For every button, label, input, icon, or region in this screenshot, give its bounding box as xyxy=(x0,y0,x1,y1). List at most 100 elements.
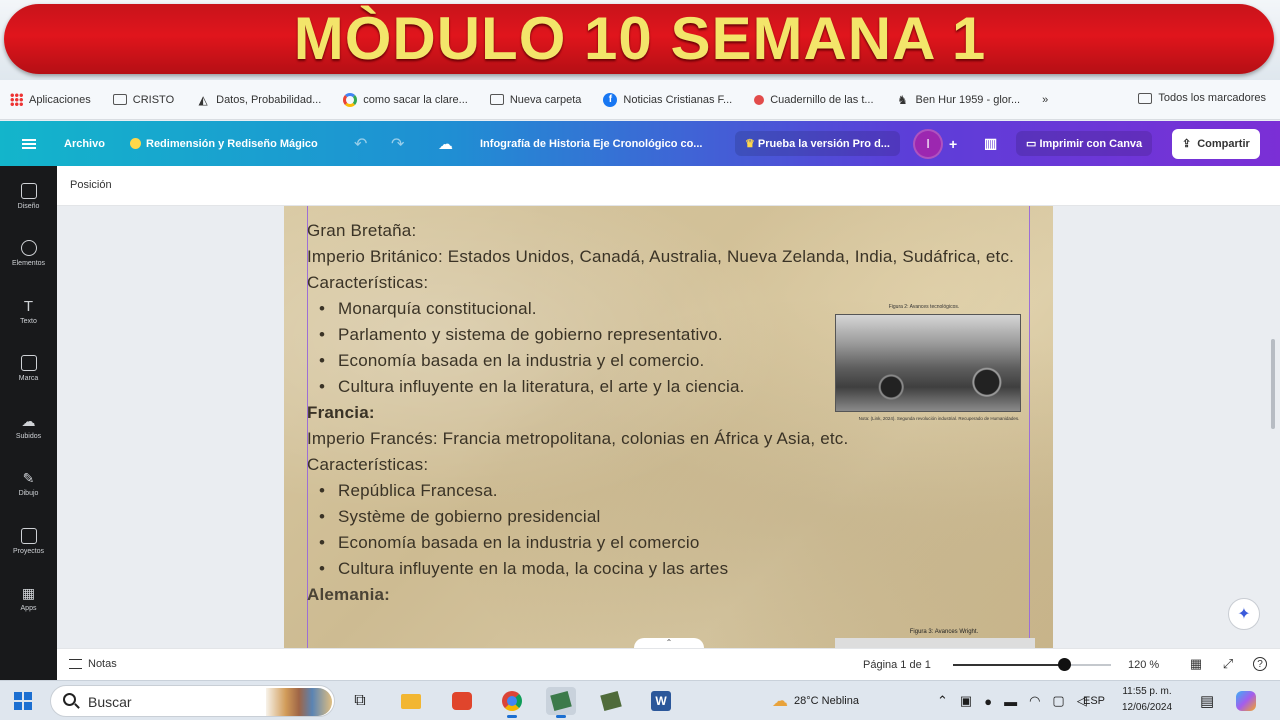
list-item: Système de gobierno presidencial xyxy=(319,504,1032,530)
office-app-icon[interactable] xyxy=(447,687,477,715)
design-page[interactable]: Gran Bretaña: Imperio Británico: Estados… xyxy=(284,206,1053,648)
cloud-icon: ☁ xyxy=(438,135,453,153)
page-indicator[interactable]: Página 1 de 1 xyxy=(863,659,931,671)
figure-credit: Nota: (Link, 2024). Segunda revolución i… xyxy=(858,416,1020,421)
grid-view-icon[interactable]: ▦ xyxy=(1189,657,1203,671)
app-tray-icon: ▣ xyxy=(959,693,973,708)
bookmark-google[interactable]: como sacar la clare... xyxy=(343,92,468,107)
share-icon: ⇪ xyxy=(1182,138,1192,150)
design-icon xyxy=(20,182,37,199)
windows-start-icon[interactable] xyxy=(14,692,32,710)
undo-button[interactable]: ↶ xyxy=(354,121,367,166)
user-avatar[interactable]: I xyxy=(913,121,943,166)
brand-icon xyxy=(20,354,37,371)
magic-icon xyxy=(130,138,141,149)
taskbar-search[interactable]: Buscar xyxy=(50,685,335,717)
sidebar-item-apps[interactable]: ▦ Apps xyxy=(0,573,57,623)
zoom-slider-fill xyxy=(953,664,1064,666)
projects-icon xyxy=(20,527,37,544)
sidebar-item-design[interactable]: Diseño xyxy=(0,171,57,221)
zoom-level[interactable]: 120 % xyxy=(1128,659,1159,671)
text-box[interactable]: Gran Bretaña: Imperio Británico: Estados… xyxy=(307,218,1032,608)
fullscreen-icon[interactable]: ⤢ xyxy=(1221,657,1235,671)
language-indicator[interactable]: ESP xyxy=(1083,681,1105,720)
bookmark-noticias[interactable]: f Noticias Cristianas F... xyxy=(603,92,732,107)
sidebar-item-projects[interactable]: Proyectos xyxy=(0,516,57,566)
chrome-icon[interactable] xyxy=(497,687,527,718)
historical-photo-2[interactable] xyxy=(835,638,1035,648)
search-highlight-image xyxy=(266,688,332,716)
banner-title: MÒDULO 10 SEMANA 1 xyxy=(293,5,987,72)
apps-icon: ▦ xyxy=(21,584,36,601)
system-tray-icons[interactable]: ⌃ ▣ ● ▬ ◠ ▢ ◁ xyxy=(937,681,1087,720)
chevron-up-icon: ⌃ xyxy=(937,693,948,708)
notifications-icon[interactable]: ▤ xyxy=(1200,681,1214,720)
clock[interactable]: 11:55 p. m. 12/06/2024 xyxy=(1114,684,1180,716)
task-view-icon[interactable]: ⧉ xyxy=(345,687,375,715)
sidebar-item-brand[interactable]: Marca xyxy=(0,343,57,393)
all-bookmarks-button[interactable]: Todos los marcadores xyxy=(1138,92,1266,104)
crown-icon: ♛ xyxy=(745,138,758,150)
cloud-save-button[interactable]: ☁ xyxy=(438,121,453,166)
weather-widget[interactable]: ☁ 28°C Neblina xyxy=(772,681,859,720)
bookmark-cuadernillo[interactable]: Cuadernillo de las t... xyxy=(754,94,874,106)
print-icon: ▭ xyxy=(1026,138,1040,150)
redo-button[interactable]: ↷ xyxy=(391,121,404,166)
uploads-icon: ☁ xyxy=(21,412,36,429)
app-icon-2[interactable] xyxy=(596,687,626,715)
bookmark-ben-hur[interactable]: ♞ Ben Hur 1959 - glor... xyxy=(896,93,1020,107)
help-icon[interactable]: ? xyxy=(1253,657,1267,671)
add-collaborator-button[interactable]: + xyxy=(949,121,957,166)
bookmarks-overflow-button[interactable]: » xyxy=(1042,94,1048,106)
editor-topbar: Archivo Redimensión y Rediseño Mágico ↶ … xyxy=(0,121,1280,166)
position-button[interactable]: Posición xyxy=(70,179,112,191)
share-button[interactable]: ⇪ Compartir xyxy=(1172,121,1260,166)
canvas-area: Gran Bretaña: Imperio Británico: Estados… xyxy=(57,206,1280,648)
label-caracteristicas: Características: xyxy=(307,455,429,474)
pro-trial-button[interactable]: ♛ Prueba la versión Pro d... xyxy=(735,121,900,166)
sidebar-item-text[interactable]: T Texto xyxy=(0,286,57,336)
notes-icon xyxy=(69,659,82,669)
historical-photo[interactable] xyxy=(835,314,1021,412)
menu-button[interactable] xyxy=(22,121,36,166)
google-icon xyxy=(343,92,358,107)
bookmark-cristo[interactable]: CRISTO xyxy=(112,94,174,106)
document-title[interactable]: Infografía de Historia Eje Cronológico c… xyxy=(480,121,702,166)
undo-icon: ↶ xyxy=(354,135,368,153)
magic-assistant-button[interactable]: ✦ xyxy=(1228,598,1260,630)
list-francia: República Francesa. Système de gobierno … xyxy=(307,478,1032,582)
paragraph-imperio-frances: Imperio Francés: Francia metropolitana, … xyxy=(307,429,849,448)
file-menu[interactable]: Archivo xyxy=(64,121,105,166)
print-with-canva-button[interactable]: ▭ Imprimir con Canva xyxy=(1016,121,1153,166)
windows-taskbar: Buscar ⧉ W ☁ 28°C Neblina ⌃ ▣ ● ▬ ◠ ▢ ◁ E… xyxy=(0,680,1280,720)
vertical-scrollbar[interactable] xyxy=(1271,339,1275,429)
elements-icon xyxy=(20,239,37,256)
heading-alemania: Alemania: xyxy=(307,585,391,604)
bookmarks-bar: Aplicaciones CRISTO ◭ Datos, Probabilidad… xyxy=(0,80,1280,120)
sparkle-icon: ✦ xyxy=(1237,606,1251,623)
notes-button[interactable]: Notas xyxy=(69,658,117,670)
sidebar-item-elements[interactable]: Elementos xyxy=(0,228,57,278)
app-icon[interactable] xyxy=(546,687,576,718)
sidebar-item-draw[interactable]: ✎ Dibujo xyxy=(0,458,57,508)
magic-resize-button[interactable]: Redimensión y Rediseño Mágico xyxy=(130,121,318,166)
bookmark-apps[interactable]: Aplicaciones xyxy=(10,93,91,106)
list-item: Economía basada en la industria y el com… xyxy=(319,530,1032,556)
sidebar-item-uploads[interactable]: ☁ Subidos xyxy=(0,401,57,451)
zoom-slider[interactable] xyxy=(953,664,1111,666)
collapse-toggle[interactable]: ⌃ xyxy=(634,638,704,648)
facebook-icon: f xyxy=(603,92,618,107)
word-icon[interactable]: W xyxy=(646,687,676,715)
draw-icon: ✎ xyxy=(22,469,35,486)
copilot-icon[interactable] xyxy=(1236,681,1256,720)
bookmark-nueva-carpeta[interactable]: Nueva carpeta xyxy=(489,94,581,106)
insights-button[interactable]: ▥ xyxy=(984,121,997,166)
chevron-up-icon: ⌃ xyxy=(665,638,673,647)
zoom-slider-handle[interactable] xyxy=(1057,658,1071,671)
folder-icon xyxy=(112,94,127,105)
file-explorer-icon[interactable] xyxy=(396,687,426,715)
redo-icon: ↷ xyxy=(391,135,405,153)
site-icon: ◭ xyxy=(198,92,208,107)
microphone-icon: ● xyxy=(984,693,993,709)
bookmark-datos[interactable]: ◭ Datos, Probabilidad... xyxy=(196,92,322,107)
